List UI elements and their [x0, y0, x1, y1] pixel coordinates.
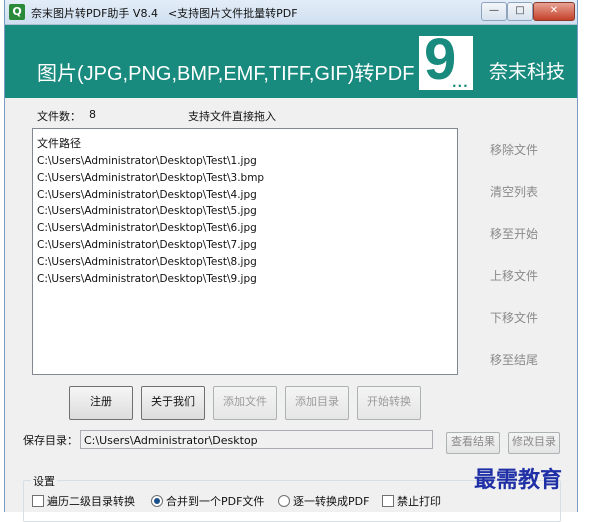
file-list-rows: C:\Users\Administrator\Desktop\Test\1.jp…: [37, 153, 264, 287]
table-row[interactable]: C:\Users\Administrator\Desktop\Test\5.jp…: [37, 203, 264, 220]
file-count-value: 8: [89, 108, 96, 121]
table-row[interactable]: C:\Users\Administrator\Desktop\Test\8.jp…: [37, 254, 264, 271]
file-list[interactable]: 文件路径 C:\Users\Administrator\Desktop\Test…: [32, 128, 458, 375]
file-count-label: 文件数：: [37, 110, 81, 123]
maximize-button[interactable]: □: [507, 2, 533, 21]
move-to-end-button[interactable]: 移至结尾: [484, 351, 544, 368]
watermark-text: 最需教育: [474, 467, 563, 493]
no-print-option[interactable]: 禁止打印: [382, 493, 441, 509]
table-row[interactable]: C:\Users\Administrator\Desktop\Test\1.jp…: [37, 153, 264, 170]
app-subtitle: <支持图片文件批量转PDF: [167, 7, 298, 20]
title-bar: Q 奈末图片转PDF助手 V8.4 <支持图片文件批量转PDF — □ ✕: [5, 0, 577, 25]
drag-hint: 支持文件直接拖入: [188, 110, 276, 123]
each-one-radio[interactable]: [278, 495, 290, 507]
start-convert-button[interactable]: 开始转换: [357, 386, 421, 420]
app-title: 奈末图片转PDF助手 V8.4: [31, 7, 158, 20]
each-one-label: 逐一转换成PDF: [293, 495, 370, 508]
table-row[interactable]: C:\Users\Administrator\Desktop\Test\4.jp…: [37, 187, 264, 204]
merge-one-label: 合并到一个PDF文件: [166, 495, 265, 508]
table-row[interactable]: C:\Users\Administrator\Desktop\Test\9.jp…: [37, 271, 264, 288]
about-us-button[interactable]: 关于我们: [141, 386, 205, 420]
table-row[interactable]: C:\Users\Administrator\Desktop\Test\6.jp…: [37, 220, 264, 237]
no-print-label: 禁止打印: [397, 495, 441, 508]
minimize-button[interactable]: —: [481, 2, 507, 21]
merge-one-option[interactable]: 合并到一个PDF文件: [151, 493, 264, 509]
clear-list-button[interactable]: 清空列表: [484, 183, 544, 200]
each-one-option[interactable]: 逐一转换成PDF: [278, 493, 369, 509]
app-icon: Q: [9, 4, 25, 20]
no-print-checkbox[interactable]: [382, 495, 394, 507]
register-button[interactable]: 注册: [69, 386, 133, 420]
merge-one-radio[interactable]: [151, 495, 163, 507]
header-banner: 图片(JPG,PNG,BMP,EMF,TIFF,GIF)转PDF 9 ... 奈…: [5, 25, 577, 98]
traverse-subdir-option[interactable]: 遍历二级目录转换: [32, 493, 135, 509]
close-button[interactable]: ✕: [533, 2, 575, 21]
banner-title: 图片(JPG,PNG,BMP,EMF,TIFF,GIF)转PDF: [37, 63, 415, 85]
traverse-subdir-checkbox[interactable]: [32, 495, 44, 507]
view-result-button[interactable]: 查看结果: [446, 432, 500, 454]
app-window: Q 奈末图片转PDF助手 V8.4 <支持图片文件批量转PDF — □ ✕ 图片(…: [4, 0, 578, 522]
remove-file-button[interactable]: 移除文件: [484, 141, 544, 158]
move-to-start-button[interactable]: 移至开始: [484, 225, 544, 242]
file-list-header[interactable]: 文件路径: [37, 135, 81, 151]
table-row[interactable]: C:\Users\Administrator\Desktop\Test\7.jp…: [37, 237, 264, 254]
add-file-button[interactable]: 添加文件: [213, 386, 277, 420]
brand-name: 奈末科技: [489, 61, 566, 83]
move-up-button[interactable]: 上移文件: [484, 267, 544, 284]
logo-dots: ...: [452, 76, 469, 90]
save-dir-label: 保存目录：: [23, 434, 78, 447]
company-logo: 9 ...: [419, 28, 473, 92]
window-title: 奈末图片转PDF助手 V8.4 <支持图片文件批量转PDF: [31, 5, 298, 21]
settings-title: 设置: [31, 473, 57, 489]
move-down-button[interactable]: 下移文件: [484, 309, 544, 326]
table-row[interactable]: C:\Users\Administrator\Desktop\Test\3.bm…: [37, 170, 264, 187]
add-directory-button[interactable]: 添加目录: [285, 386, 349, 420]
change-dir-button[interactable]: 修改目录: [508, 432, 560, 454]
traverse-subdir-label: 遍历二级目录转换: [47, 495, 135, 508]
save-dir-field[interactable]: C:\Users\Administrator\Desktop: [80, 430, 433, 449]
